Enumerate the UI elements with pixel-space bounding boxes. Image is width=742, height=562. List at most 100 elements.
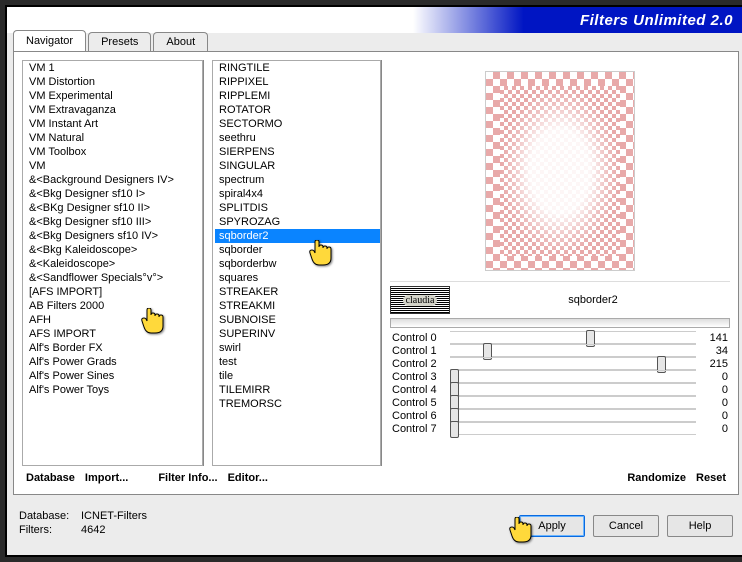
list-item[interactable]: sqborder — [215, 243, 380, 257]
control-value: 215 — [696, 358, 730, 370]
control-label: Control 1 — [390, 345, 450, 357]
control-slider[interactable] — [450, 357, 696, 370]
tab-navigator[interactable]: Navigator — [13, 30, 86, 51]
list-item[interactable]: sqborderbw — [215, 257, 380, 271]
list-item[interactable]: AFS IMPORT — [25, 327, 202, 341]
db-value: ICNET-Filters — [81, 509, 147, 523]
list-item[interactable]: SPLITDIS — [215, 201, 380, 215]
app-title: Filters Unlimited 2.0 — [580, 12, 733, 29]
list-item[interactable]: TREMORSC — [215, 397, 380, 411]
author-badge: claudia — [390, 286, 450, 314]
list-item[interactable]: RINGTILE — [215, 61, 380, 75]
import-link[interactable]: Import... — [85, 472, 128, 484]
list-item[interactable]: swirl — [215, 341, 380, 355]
list-item[interactable]: VM — [25, 159, 202, 173]
list-item[interactable]: &<BKg Designer sf10 II> — [25, 201, 202, 215]
list-item[interactable]: SIERPENS — [215, 145, 380, 159]
list-item[interactable]: spectrum — [215, 173, 380, 187]
navigator-panel: VM 1VM DistortionVM ExperimentalVM Extra… — [13, 51, 739, 495]
controls-list: Control 0141Control 134Control 2215Contr… — [390, 331, 730, 466]
list-item[interactable]: Alf's Power Grads — [25, 355, 202, 369]
list-item[interactable]: squares — [215, 271, 380, 285]
filter-title-row: claudia sqborder2 — [390, 282, 730, 318]
control-row: Control 50 — [390, 396, 730, 409]
control-value: 141 — [696, 332, 730, 344]
list-item[interactable]: &<Bkg Designers sf10 IV> — [25, 229, 202, 243]
list-item[interactable]: AB Filters 2000 — [25, 299, 202, 313]
list-item[interactable]: VM Natural — [25, 131, 202, 145]
editor-link[interactable]: Editor... — [228, 472, 268, 484]
list-item[interactable]: tile — [215, 369, 380, 383]
control-label: Control 2 — [390, 358, 450, 370]
help-button[interactable]: Help — [667, 515, 733, 537]
filter-list[interactable]: RINGTILERIPPIXELRIPPLEMIROTATORSECTORMOs… — [212, 60, 381, 466]
list-item[interactable]: &<Bkg Designer sf10 I> — [25, 187, 202, 201]
list-item[interactable]: Alf's Power Sines — [25, 369, 202, 383]
control-slider[interactable] — [450, 422, 696, 435]
list-item[interactable]: SUPERINV — [215, 327, 380, 341]
database-link[interactable]: Database — [26, 472, 75, 484]
right-panel: claudia sqborder2 Control 0 141Control 13… — [390, 60, 730, 466]
list-item[interactable]: &<Bkg Designer sf10 III> — [25, 215, 202, 229]
list-item[interactable]: STREAKMI — [215, 299, 380, 313]
control-label: Control 6 — [390, 410, 450, 422]
filters-count-value: 4642 — [81, 523, 105, 537]
category-list[interactable]: VM 1VM DistortionVM ExperimentalVM Extra… — [22, 60, 203, 466]
panel-links: Database Import... Filter Info... Editor… — [22, 466, 730, 484]
control-row: Control 7 0 — [390, 422, 730, 435]
list-item[interactable]: Alf's Border FX — [25, 341, 202, 355]
list-item[interactable]: VM Toolbox — [25, 145, 202, 159]
list-item[interactable]: [AFS IMPORT] — [25, 285, 202, 299]
list-item[interactable]: SPYROZAG — [215, 215, 380, 229]
statusbar: Database: ICNET-Filters Filters: 4642 Ap… — [7, 495, 742, 543]
app-window: Filters Unlimited 2.0 NavigatorPresetsAb… — [5, 5, 742, 557]
list-item[interactable]: &<Bkg Kaleidoscope> — [25, 243, 202, 257]
list-item[interactable]: RIPPLEMI — [215, 89, 380, 103]
control-row: Control 2 215 — [390, 357, 730, 370]
list-item[interactable]: VM Instant Art — [25, 117, 202, 131]
list-item[interactable]: SECTORMO — [215, 117, 380, 131]
cursor-pointer-icon — [507, 517, 537, 545]
list-item[interactable]: SINGULAR — [215, 159, 380, 173]
list-item[interactable]: VM Distortion — [25, 75, 202, 89]
list-item[interactable]: TILEMIRR — [215, 383, 380, 397]
list-item[interactable]: spiral4x4 — [215, 187, 380, 201]
list-item[interactable]: Alf's Power Toys — [25, 383, 202, 397]
control-slider[interactable] — [450, 409, 696, 422]
slider-thumb[interactable] — [450, 421, 459, 438]
list-item[interactable]: RIPPIXEL — [215, 75, 380, 89]
list-item[interactable]: ROTATOR — [215, 103, 380, 117]
dialog-buttons: Apply Cancel Help — [519, 515, 733, 537]
control-row: Control 134 — [390, 344, 730, 357]
list-item[interactable]: AFH — [25, 313, 202, 327]
control-slider[interactable] — [450, 370, 696, 383]
control-label: Control 7 — [390, 423, 450, 435]
list-item[interactable]: &<Kaleidoscope> — [25, 257, 202, 271]
control-row: Control 40 — [390, 383, 730, 396]
title-track — [390, 318, 730, 328]
list-item[interactable]: VM Extravaganza — [25, 103, 202, 117]
list-item[interactable]: STREAKER — [215, 285, 380, 299]
db-label: Database: — [19, 509, 77, 523]
cancel-button[interactable]: Cancel — [593, 515, 659, 537]
cursor-pointer-icon — [139, 308, 169, 336]
list-item[interactable]: VM 1 — [25, 61, 202, 75]
list-item[interactable]: SUBNOISE — [215, 313, 380, 327]
randomize-link[interactable]: Randomize — [627, 472, 686, 484]
reset-link[interactable]: Reset — [696, 472, 726, 484]
control-slider[interactable] — [450, 396, 696, 409]
list-item[interactable]: &<Background Designers IV> — [25, 173, 202, 187]
list-item[interactable]: VM Experimental — [25, 89, 202, 103]
control-value: 0 — [696, 423, 730, 435]
list-item[interactable]: &<Sandflower Specials°v°> — [25, 271, 202, 285]
tab-about[interactable]: About — [153, 32, 208, 51]
columns: VM 1VM DistortionVM ExperimentalVM Extra… — [22, 60, 730, 466]
control-value: 0 — [696, 410, 730, 422]
tab-presets[interactable]: Presets — [88, 32, 151, 51]
list-item[interactable]: seethru — [215, 131, 380, 145]
control-slider[interactable] — [450, 383, 696, 396]
control-label: Control 0 — [390, 332, 450, 344]
list-item[interactable]: test — [215, 355, 380, 369]
list-item[interactable]: sqborder2 — [215, 229, 380, 243]
filter-info-link[interactable]: Filter Info... — [158, 472, 217, 484]
